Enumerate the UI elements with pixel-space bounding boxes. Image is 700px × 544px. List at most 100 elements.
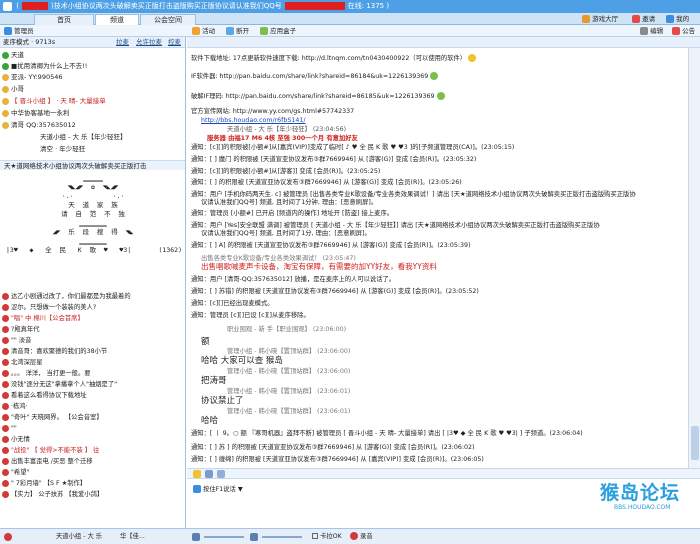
notice-button[interactable]: 公告	[672, 26, 695, 36]
notice-line: 议请认准我们QQ号] 频道, 且时间了1分钟, 理由：[恶意刷屏]。	[201, 199, 377, 208]
push-to-talk-label: 按住F1说话	[203, 486, 236, 493]
channel-tree-header[interactable]: 天★道网络技术小组协议两次头破解卖买正版打击	[0, 160, 185, 170]
list-item[interactable]: 天道	[2, 50, 24, 60]
list-item[interactable]: 出售丰富歪电 /买恶 整个迁移	[2, 456, 93, 467]
user-name: 天道小组 - 大 乐【年少轻狂】	[40, 133, 127, 141]
mic-volume-slider[interactable]	[262, 536, 302, 538]
apps-box-button[interactable]: 应用盒子	[260, 26, 296, 36]
message-scrollbar[interactable]	[688, 48, 700, 468]
list-item[interactable]: 小哥	[2, 84, 24, 94]
smile-icon	[468, 54, 477, 62]
game-hall-button[interactable]: 游戏大厅	[582, 14, 618, 24]
message-link[interactable]: http://bbs.houdao.com/r6fbS141/	[201, 117, 306, 126]
emoji-icon[interactable]	[193, 470, 201, 478]
list-item[interactable]: 中华协客基地一永利	[2, 108, 70, 118]
list-item[interactable]: 亚派- YY:990546	[2, 72, 63, 82]
message-line: 把涛哥	[201, 376, 227, 386]
font-icon[interactable]	[205, 470, 213, 478]
list-item[interactable]: 达乙小剧通过改了，你们最都是为我最着的	[2, 291, 131, 302]
push-to-talk-toggle[interactable]: 按住F1说话 ▼	[193, 484, 243, 493]
message-text: 通知：[ ] 苏错] 的积限被 [天道宣亚协议发布③群7669946] 从 [游…	[191, 288, 479, 295]
list-item[interactable]: "唱" 中 棉川【公会首席】	[2, 313, 84, 324]
scrollbar-thumb[interactable]	[691, 426, 699, 460]
user-name: 达乙小剧通过改了，你们最都是为我最着的	[11, 293, 131, 300]
user-name: 【实力】 公子扶苏 【我爱小鸽】	[11, 491, 104, 498]
tab-home-label: 首页	[57, 16, 71, 24]
list-item[interactable]: 【 晋斗小组 】 · 天 晴- 大量接单	[2, 96, 106, 106]
list-item[interactable]: 天道小组 - 大 乐【年少轻狂】	[40, 132, 127, 142]
tab-home[interactable]: 首页	[34, 14, 94, 25]
speaker-icon[interactable]	[192, 533, 200, 541]
user-name: 亚派- YY:990546	[11, 73, 63, 81]
user-status-icon	[2, 121, 9, 129]
message-line[interactable]: 破解IF理码: http://pan.baidu.com/share/link?…	[191, 92, 445, 102]
list-item[interactable]: ?殿真年代	[2, 324, 40, 335]
message-text: 软件下载地址: 17点更新软件速度下载: http://d.ltnqm.com/…	[191, 55, 467, 62]
list-item[interactable]: 北湾深层星	[2, 357, 42, 368]
redacted-block	[21, 2, 48, 10]
notice-line: 通知：[ ] 缠绵] 的积限被 [天道宣亚协议发布③群7669946] 从 [嘉…	[191, 456, 484, 465]
message-text: 通知：用户 [手机你码两天生. c] 被管理员 [出售各类专业K歌设备/专业各类…	[191, 191, 636, 198]
pull-mic-link[interactable]: 拉麦	[116, 37, 129, 48]
list-item[interactable]: ■扰用清卿为什么上不去!!	[2, 61, 87, 71]
user-name: 清哥 QQ:357635012	[11, 121, 76, 129]
message-line[interactable]: IF软件器: http://pan.baidu.com/share/link?s…	[191, 72, 439, 82]
disconnect-button[interactable]: 断开	[226, 26, 249, 36]
activity-button[interactable]: 活动	[192, 26, 215, 36]
list-item[interactable]: 。。。 洋洋， 当打更一般。要	[2, 368, 91, 379]
me-label: 我的	[676, 15, 690, 23]
microphone-icon[interactable]	[250, 533, 258, 541]
list-item[interactable]: 【实力】 公子扶苏 【我爱小鸽】	[2, 489, 103, 500]
notice-line: 通知：[ ] A] 的积限被 [天道宣亚协议发布③群7669946] 从 [游客…	[191, 242, 471, 251]
art-line: ▁▁▁▁▁	[83, 174, 103, 182]
subchannel-row[interactable]: |3♥ ◆ 全 民 K 歌 ♥ ♥3| (1362)	[0, 246, 185, 255]
volume-slider[interactable]	[204, 536, 244, 538]
user-name: 清空 · 年少轻狂	[40, 145, 86, 153]
image-icon[interactable]	[217, 470, 225, 478]
list-item[interactable]: "" 淡音	[2, 335, 31, 346]
record-button[interactable]: 录音	[350, 532, 373, 542]
user-status-icon	[2, 380, 9, 388]
list-item[interactable]: 清空 · 年少轻狂	[40, 144, 85, 154]
list-item[interactable]: "战役" 【 觉得>不能不装 】 往	[2, 445, 99, 456]
message-text: 议请认准我们QQ号] 频道, 且时间了1分, 理由：[恶意刷屏]。	[201, 230, 371, 237]
list-item[interactable]: 看着这么看得协议下载地址	[2, 390, 87, 401]
notice-line: 通知：用户 [清哥-QQ:357635012] 放播，是在麦序上的人可以说话了。	[191, 276, 395, 285]
user-name: 北湾深层星	[11, 359, 43, 366]
user-name: 【 晋斗小组 】 · 天 晴- 大量接单	[11, 97, 106, 105]
avatar[interactable]	[4, 533, 12, 541]
user-status-icon	[2, 468, 9, 476]
user-status-icon	[2, 303, 9, 311]
list-item[interactable]: 小无情	[2, 434, 30, 445]
user-status-icon	[2, 435, 9, 443]
list-item[interactable]: 涩尔。只想做一个装装的美人?	[2, 302, 96, 313]
list-item[interactable]: 没钱"逐分无这"拿播拿个人"抽烟是了"	[2, 379, 117, 390]
notice-line: 通知：管理员 [c][]已设 [c][]从麦序移除。	[191, 312, 310, 321]
record-icon	[350, 532, 358, 540]
list-item[interactable]: 清音哥：喜欢聚德的我们的38小节	[2, 346, 107, 357]
record-label: 录音	[360, 533, 373, 540]
invite-button[interactable]: 邀请	[632, 14, 655, 24]
list-item[interactable]: ·栋鸿·	[2, 401, 28, 412]
list-item[interactable]: " 7彩月墙" 【S F ★制作】	[2, 478, 86, 489]
mic-mode-bar: 麦序模式 · 9713s 拉麦 允许拉麦 控麦	[0, 37, 185, 48]
list-item[interactable]: "奇叶" 天晓网界。 【公会音室】	[2, 412, 103, 423]
me-button[interactable]: 我的	[666, 14, 689, 24]
tab-channel[interactable]: 频道	[95, 14, 139, 25]
user-status-icon	[2, 314, 9, 322]
tab-square[interactable]: 公会空间	[140, 14, 196, 25]
control-mic-link[interactable]: 控麦	[168, 37, 181, 48]
message-text: 出售各类专业K歌设备/专业各类效果调试！ (23:05:47)	[201, 255, 356, 262]
allow-pull-mic-link[interactable]: 允许拉麦	[136, 37, 162, 48]
admin-button[interactable]: 管理员	[4, 26, 34, 36]
list-item[interactable]: ""	[2, 423, 17, 434]
edit-button[interactable]: 编辑	[640, 26, 663, 36]
karaoke-checkbox[interactable]: 卡拉OK	[312, 532, 342, 542]
disconnect-label: 断开	[236, 27, 250, 35]
message-text: 议请认准我们QQ号] 频道, 且时间了1分钟, 理由：[恶意刷屏]。	[201, 199, 378, 206]
user-name: "战役" 【 觉得>不能不装 】 往	[11, 447, 100, 454]
list-item[interactable]: "希望"	[2, 467, 29, 478]
list-item[interactable]: 清哥 QQ:357635012	[2, 120, 76, 130]
app-logo-icon	[3, 1, 12, 11]
message-line[interactable]: 官方宣传网站: http://www.yy.com/gs.html#577423…	[191, 108, 354, 117]
